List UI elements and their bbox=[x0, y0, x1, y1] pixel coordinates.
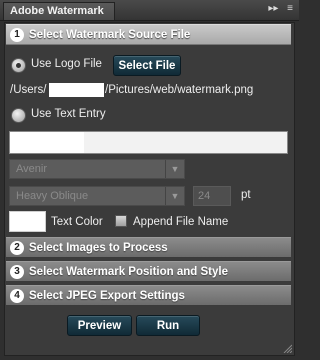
file-path-suffix: /Pictures/web/watermark.png bbox=[105, 84, 254, 96]
run-button[interactable]: Run bbox=[136, 315, 200, 336]
chevron-down-icon: ▼ bbox=[165, 160, 184, 178]
text-color-label: Text Color bbox=[51, 216, 103, 228]
use-text-label: Use Text Entry bbox=[31, 108, 106, 120]
section-2-label: Select Images to Process bbox=[29, 242, 168, 254]
redacted-text-entry bbox=[10, 132, 84, 153]
titlebar-icons: ▸▸ ≡ bbox=[262, 3, 293, 14]
select-file-button[interactable]: Select File bbox=[113, 55, 181, 76]
section-1-number: 1 bbox=[10, 28, 24, 42]
file-path-prefix: /Users/ bbox=[10, 84, 47, 96]
font-style-value: Heavy Oblique bbox=[16, 190, 89, 202]
use-logo-radio[interactable] bbox=[11, 58, 26, 73]
section-2-number: 2 bbox=[10, 241, 24, 255]
section-3-header[interactable]: 3 Select Watermark Position and Style bbox=[6, 261, 291, 282]
panel-title: Adobe Watermark bbox=[10, 5, 104, 17]
section-1-label: Select Watermark Source File bbox=[29, 29, 191, 41]
section-4-header[interactable]: 4 Select JPEG Export Settings bbox=[6, 285, 291, 306]
use-logo-label: Use Logo File bbox=[31, 58, 102, 70]
chevron-down-icon: ▼ bbox=[165, 187, 184, 205]
font-family-value: Avenir bbox=[16, 163, 47, 175]
text-entry-field[interactable] bbox=[9, 131, 288, 154]
font-size-input[interactable]: 24 bbox=[193, 186, 231, 206]
resize-grip-icon[interactable] bbox=[282, 343, 292, 353]
section-4-number: 4 bbox=[10, 289, 24, 303]
section-3-number: 3 bbox=[10, 265, 24, 279]
panel-menu-icon[interactable]: ≡ bbox=[287, 3, 293, 14]
panel-tab[interactable]: Adobe Watermark bbox=[3, 2, 115, 20]
section-1-header[interactable]: 1 Select Watermark Source File bbox=[6, 24, 291, 45]
watermark-panel: 1 Select Watermark Source File Use Logo … bbox=[4, 22, 295, 356]
font-size-value: 24 bbox=[198, 190, 211, 202]
font-family-dropdown[interactable]: Avenir ▼ bbox=[9, 159, 185, 179]
section-2-header[interactable]: 2 Select Images to Process bbox=[6, 237, 291, 258]
section-4-label: Select JPEG Export Settings bbox=[29, 290, 185, 302]
double-chevron-right-icon[interactable]: ▸▸ bbox=[268, 3, 278, 14]
append-filename-checkbox[interactable] bbox=[115, 215, 127, 227]
section-3-label: Select Watermark Position and Style bbox=[29, 266, 228, 278]
text-color-swatch[interactable] bbox=[9, 211, 46, 232]
panel-titlebar: Adobe Watermark ▸▸ ≡ bbox=[0, 0, 299, 21]
use-text-radio[interactable] bbox=[11, 108, 26, 123]
font-size-unit: pt bbox=[241, 189, 251, 201]
preview-button[interactable]: Preview bbox=[67, 315, 132, 336]
redacted-username bbox=[49, 83, 104, 97]
append-filename-label: Append File Name bbox=[133, 216, 229, 228]
font-style-dropdown[interactable]: Heavy Oblique ▼ bbox=[9, 186, 185, 206]
